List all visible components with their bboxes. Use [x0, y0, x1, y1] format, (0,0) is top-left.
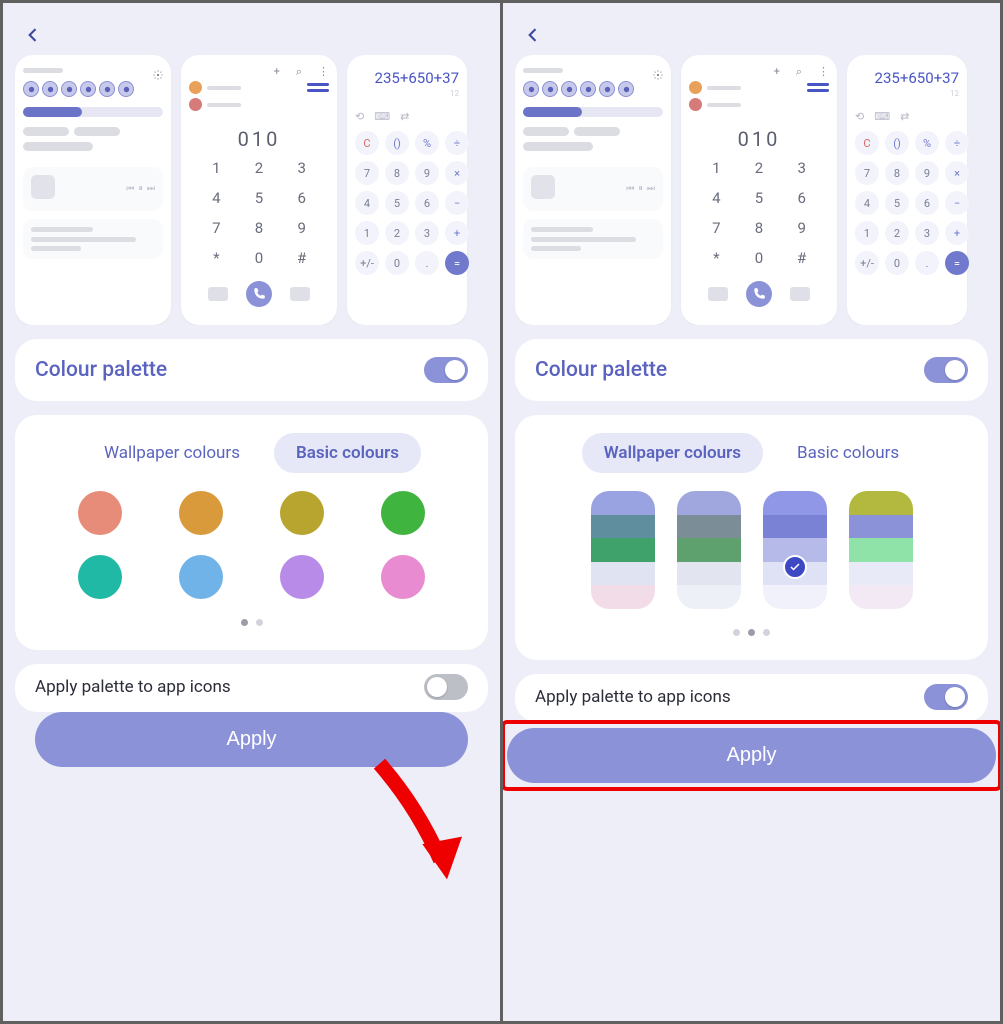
- theme-previews: ⏮⏸⏭ +⌕⋮ 010 123456789*0# 235+650+37 12 ⟲…: [3, 55, 500, 325]
- apply-to-icons-row: Apply palette to app icons: [15, 664, 488, 712]
- colour-swatch[interactable]: [78, 555, 122, 599]
- colour-swatch[interactable]: [179, 555, 223, 599]
- back-button[interactable]: [523, 25, 543, 45]
- wallpaper-colour-row: [535, 491, 968, 609]
- preview-dialer: +⌕⋮ 010 123456789*0#: [181, 55, 337, 325]
- comparison-frame: ⏮⏸⏭ +⌕⋮ 010 123456789*0# 235+650+37 12 ⟲…: [0, 0, 1003, 1024]
- tab-basic-colours[interactable]: Basic colours: [274, 433, 421, 473]
- calc-expression: 235+650+37: [355, 69, 459, 87]
- gear-icon: [653, 65, 663, 75]
- colour-tabs: Wallpaper colours Basic colours: [35, 433, 468, 473]
- apply-button[interactable]: Apply: [35, 712, 468, 767]
- theme-previews: ⏮⏸⏭ +⌕⋮ 010 123456789*0# 235+650+37 12 ⟲…: [503, 55, 1000, 325]
- wallpaper-palette-chip[interactable]: [677, 491, 741, 609]
- apply-to-icons-label: Apply palette to app icons: [535, 687, 731, 707]
- swatches-panel: Wallpaper colours Basic colours: [15, 415, 488, 650]
- screen-right: ⏮⏸⏭ +⌕⋮ 010 123456789*0# 235+650+37 12 ⟲…: [503, 3, 1000, 1021]
- colour-palette-panel: Colour palette: [515, 339, 988, 401]
- tab-wallpaper-colours[interactable]: Wallpaper colours: [582, 433, 763, 473]
- wallpaper-palette-chip[interactable]: [763, 491, 827, 609]
- tab-wallpaper-colours[interactable]: Wallpaper colours: [82, 433, 262, 473]
- preview-notification-shade: ⏮⏸⏭: [15, 55, 171, 325]
- tab-basic-colours[interactable]: Basic colours: [775, 433, 921, 473]
- preview-dialer: +⌕⋮ 010 123456789*0#: [681, 55, 837, 325]
- preview-calculator: 235+650+37 12 ⟲⌨⇄ C()%÷789×456−123++/-0.…: [847, 55, 967, 325]
- basic-colour-grid: [35, 491, 468, 599]
- colour-swatch[interactable]: [280, 555, 324, 599]
- preview-calculator: 235+650+37 12 ⟲⌨⇄ C()%÷789×456−123++/-0.…: [347, 55, 467, 325]
- preview-notification-shade: ⏮⏸⏭: [515, 55, 671, 325]
- video-call-icon: [208, 287, 228, 301]
- colour-swatch[interactable]: [381, 491, 425, 535]
- dialer-display: 010: [738, 127, 781, 151]
- apply-to-icons-toggle[interactable]: [424, 674, 468, 700]
- colour-swatch[interactable]: [179, 491, 223, 535]
- apply-to-icons-label: Apply palette to app icons: [35, 677, 231, 697]
- wallpaper-palette-chip[interactable]: [849, 491, 913, 609]
- colour-swatch[interactable]: [78, 491, 122, 535]
- screen-left: ⏮⏸⏭ +⌕⋮ 010 123456789*0# 235+650+37 12 ⟲…: [3, 3, 500, 1021]
- selected-check-icon: [783, 555, 807, 579]
- swatches-panel: Wallpaper colours Basic colours: [515, 415, 988, 660]
- apply-to-icons-row: Apply palette to app icons: [515, 674, 988, 722]
- colour-swatch[interactable]: [280, 491, 324, 535]
- highlight-annotation: Apply: [503, 722, 1000, 789]
- colour-palette-toggle[interactable]: [424, 357, 468, 383]
- colour-palette-panel: Colour palette: [15, 339, 488, 401]
- backspace-icon: [290, 287, 310, 301]
- colour-swatch[interactable]: [381, 555, 425, 599]
- apply-button[interactable]: Apply: [507, 728, 996, 783]
- back-button[interactable]: [23, 25, 43, 45]
- wallpaper-palette-chip[interactable]: [591, 491, 655, 609]
- backspace-icon: [790, 287, 810, 301]
- pager-dots: [35, 619, 468, 626]
- video-call-icon: [708, 287, 728, 301]
- pager-dots: [535, 629, 968, 636]
- call-icon: [746, 281, 772, 307]
- calc-expression: 235+650+37: [855, 69, 959, 87]
- colour-tabs: Wallpaper colours Basic colours: [535, 433, 968, 473]
- colour-palette-title: Colour palette: [535, 358, 667, 382]
- apply-to-icons-toggle[interactable]: [924, 684, 968, 710]
- colour-palette-title: Colour palette: [35, 358, 167, 382]
- gear-icon: [153, 65, 163, 75]
- dialer-display: 010: [238, 127, 281, 151]
- colour-palette-toggle[interactable]: [924, 357, 968, 383]
- call-icon: [246, 281, 272, 307]
